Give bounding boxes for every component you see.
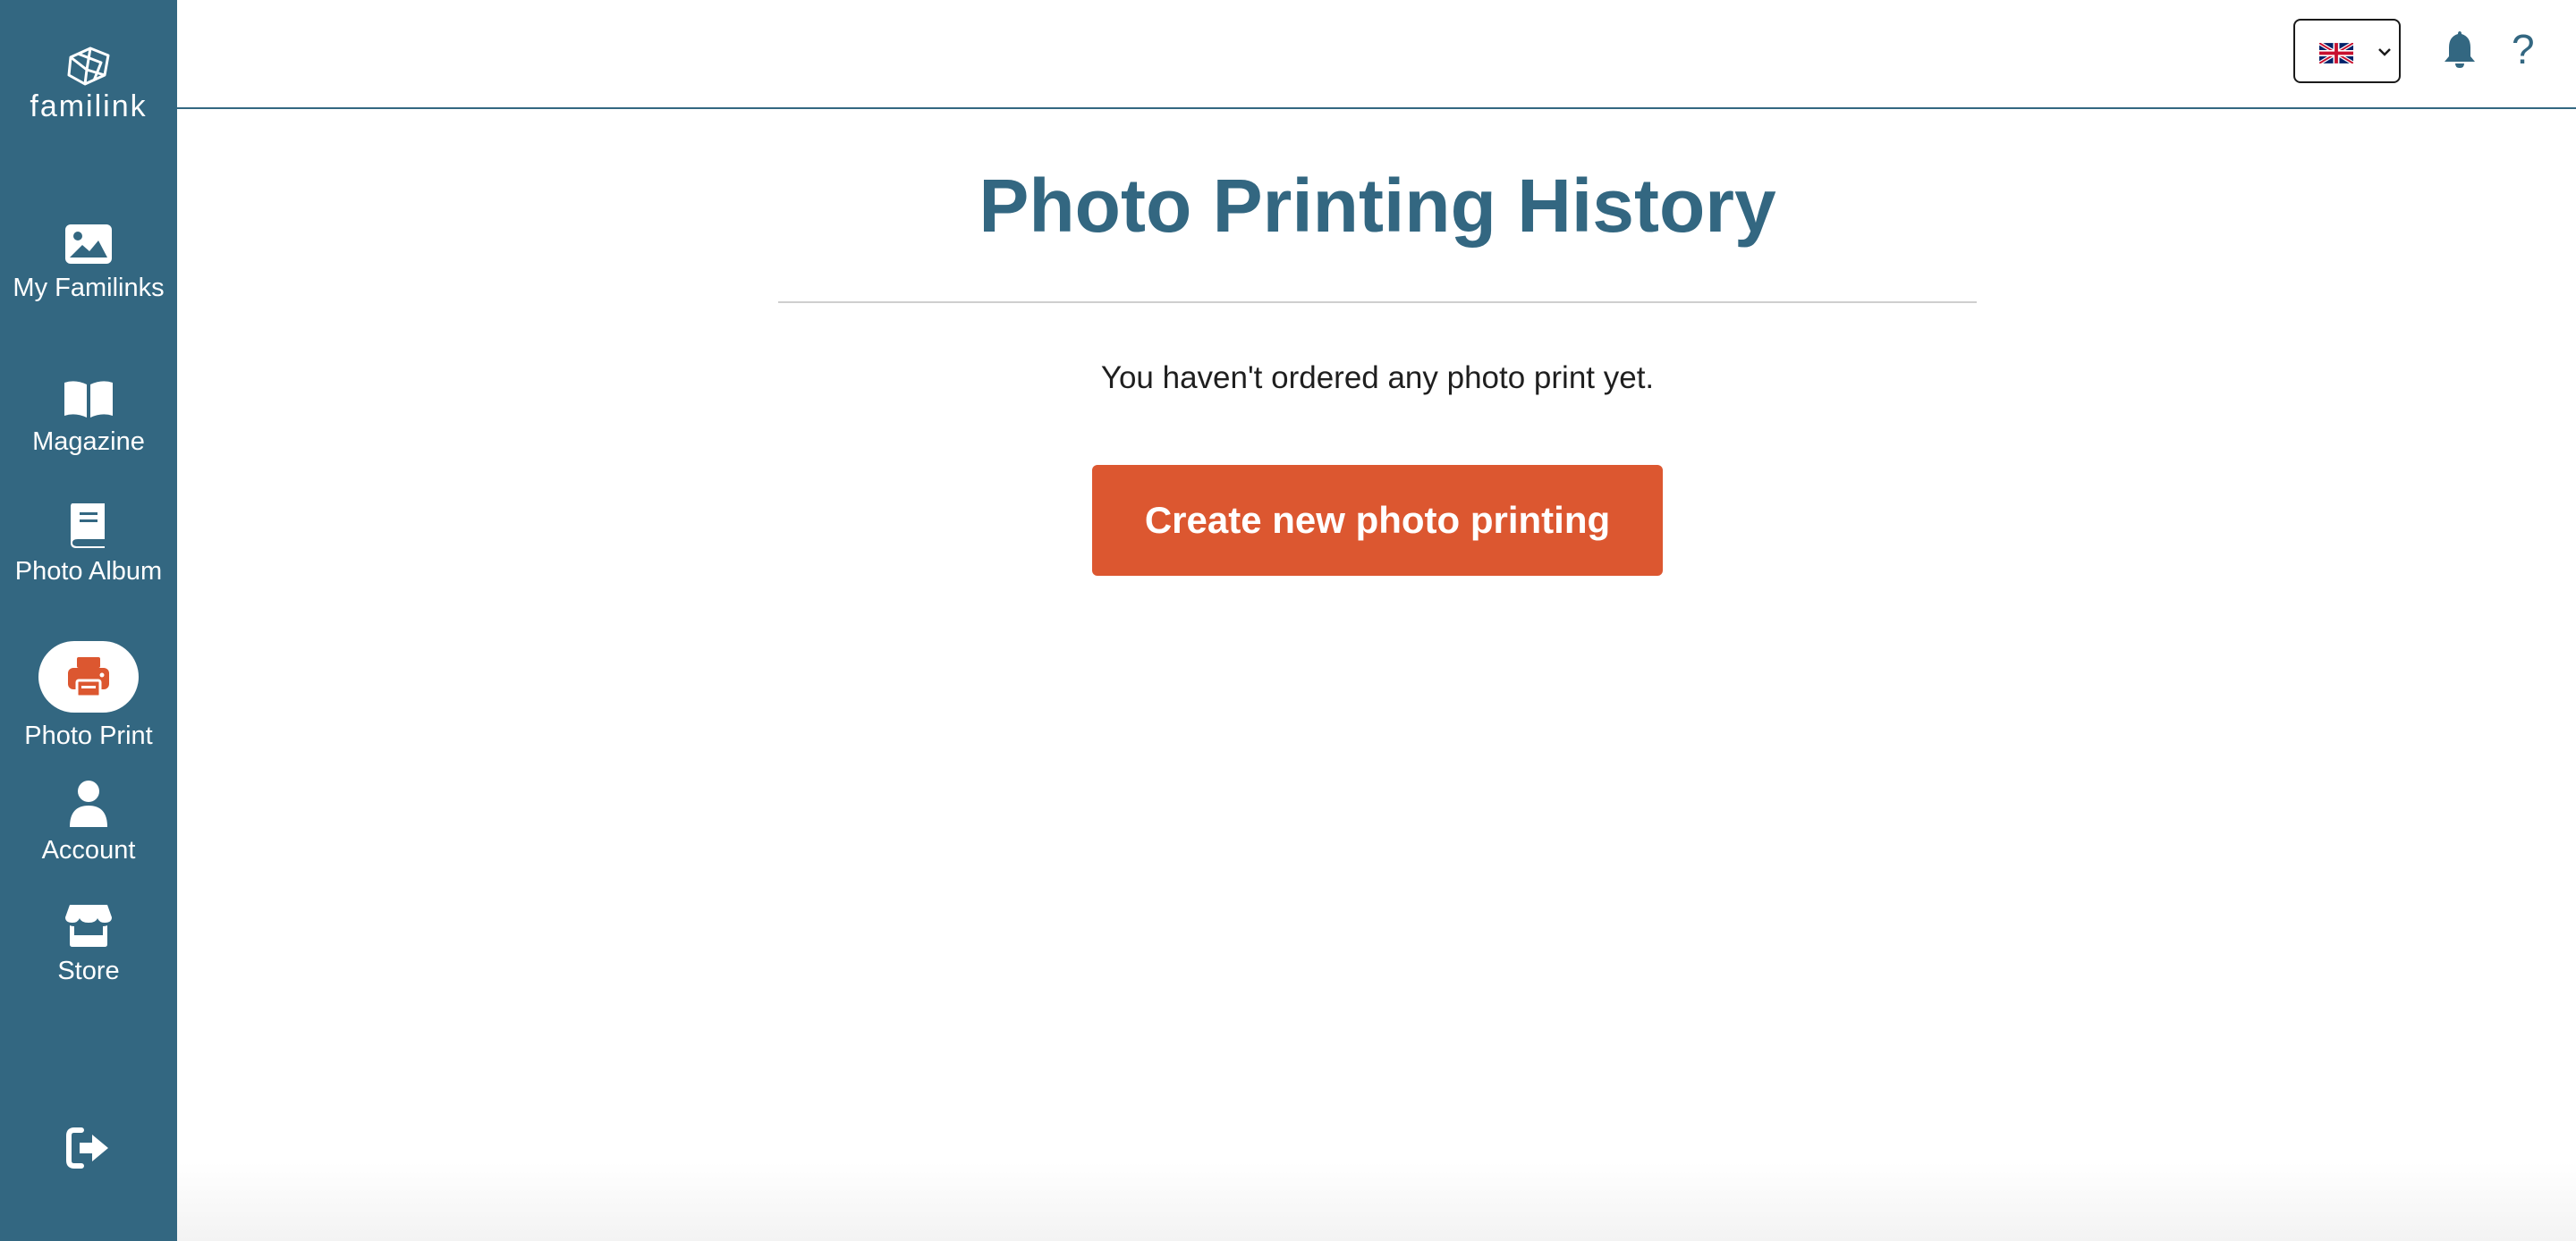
bottom-shade — [177, 1162, 2576, 1241]
sidebar: familink My Familinks Magazine Photo Alb… — [0, 0, 177, 1241]
sidebar-item-photo-print[interactable]: Photo Print — [0, 641, 177, 751]
logout-icon — [66, 1127, 108, 1169]
sidebar-item-label: Account — [41, 836, 136, 865]
help-button[interactable]: ? — [2512, 20, 2535, 79]
familink-logo[interactable]: familink — [0, 45, 177, 124]
notifications-button[interactable] — [2443, 30, 2477, 73]
bell-icon — [2445, 31, 2475, 68]
familink-logo-icon — [67, 46, 110, 86]
uk-flag-icon — [2319, 43, 2353, 63]
sidebar-item-magazine[interactable]: Magazine — [0, 379, 177, 457]
top-bar — [177, 0, 2576, 109]
logout-button[interactable] — [65, 1125, 112, 1171]
sidebar-item-account[interactable]: Account — [0, 779, 177, 865]
page-title: Photo Printing History — [979, 164, 1776, 248]
store-icon — [65, 905, 112, 947]
sidebar-item-label: My Familinks — [13, 274, 165, 302]
sidebar-item-store[interactable]: Store — [0, 903, 177, 986]
user-icon — [70, 781, 107, 827]
active-indicator — [38, 641, 139, 713]
divider — [778, 301, 1977, 303]
image-icon — [65, 224, 112, 264]
book-open-icon — [64, 381, 113, 418]
language-select[interactable] — [2293, 19, 2401, 83]
sidebar-item-label: Photo Print — [24, 722, 153, 750]
printer-icon — [68, 657, 109, 698]
chevron-down-icon — [2378, 48, 2391, 56]
sidebar-item-label: Photo Album — [14, 557, 163, 586]
sidebar-item-label: Magazine — [32, 427, 145, 456]
create-photo-printing-button[interactable]: Create new photo printing — [1092, 465, 1663, 576]
empty-state-message: You haven't ordered any photo print yet. — [1100, 360, 1655, 395]
sidebar-item-my-familinks[interactable]: My Familinks — [0, 224, 177, 303]
logo-text: familink — [30, 89, 148, 123]
sidebar-item-photo-album[interactable]: Photo Album — [0, 502, 177, 587]
album-icon — [71, 503, 105, 548]
sidebar-item-label: Store — [57, 957, 120, 985]
